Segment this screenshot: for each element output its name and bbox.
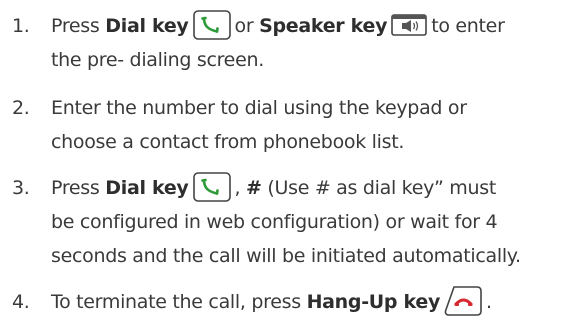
step-text-after-hash: (Use # as dial key” must bbox=[267, 177, 497, 199]
step-line: choose a contact from phonebook list. bbox=[51, 131, 405, 153]
step-line: be configured in web configuration) or w… bbox=[51, 211, 498, 233]
step-line: Enter the number to dial using the keypa… bbox=[51, 97, 467, 119]
step-number: 2. bbox=[12, 97, 30, 119]
dial-key-icon bbox=[192, 171, 231, 202]
instruction-steps: 1. Press Dial key or Speaker key to enter … bbox=[0, 0, 588, 328]
speaker-key-label: Speaker key bbox=[259, 15, 388, 37]
step-line: Press Dial key or Speaker key to enter bbox=[51, 9, 588, 43]
step-number: 3. bbox=[12, 177, 30, 199]
step-number: 1. bbox=[12, 15, 30, 37]
dial-key-icon bbox=[192, 9, 231, 40]
hang-up-key-label: Hang-Up key bbox=[306, 291, 441, 313]
speaker-key-icon bbox=[391, 13, 427, 36]
step-text-press: Press bbox=[51, 177, 100, 199]
step-text-or: or bbox=[234, 15, 254, 37]
dial-key-label: Dial key bbox=[105, 15, 189, 37]
dial-key-label: Dial key bbox=[105, 177, 189, 199]
step-line: seconds and the call will be initiated a… bbox=[51, 245, 521, 267]
hang-up-key-icon bbox=[444, 285, 482, 316]
step-text: To terminate the call, press Hang-Up key… bbox=[51, 285, 588, 319]
step-text: Enter the number to dial using the keypa… bbox=[51, 91, 588, 159]
step-text: Press Dial key or Speaker key to enter the… bbox=[51, 9, 588, 77]
step-text-press: Press bbox=[51, 15, 100, 37]
step-text-comma: , bbox=[234, 177, 241, 199]
step-line: Press Dial key, # (Use # as dial key” mu… bbox=[51, 171, 588, 205]
step-number: 4. bbox=[12, 291, 30, 313]
step-line: the pre- dialing screen. bbox=[51, 49, 264, 71]
step-text-tail: to enter bbox=[431, 15, 505, 37]
step-text-lead: To terminate the call, press bbox=[51, 291, 301, 313]
step-text-period: . bbox=[486, 291, 492, 313]
step-line: To terminate the call, press Hang-Up key… bbox=[51, 285, 588, 319]
hash-key-label: # bbox=[246, 177, 262, 199]
step-text: Press Dial key, # (Use # as dial key” mu… bbox=[51, 171, 588, 273]
